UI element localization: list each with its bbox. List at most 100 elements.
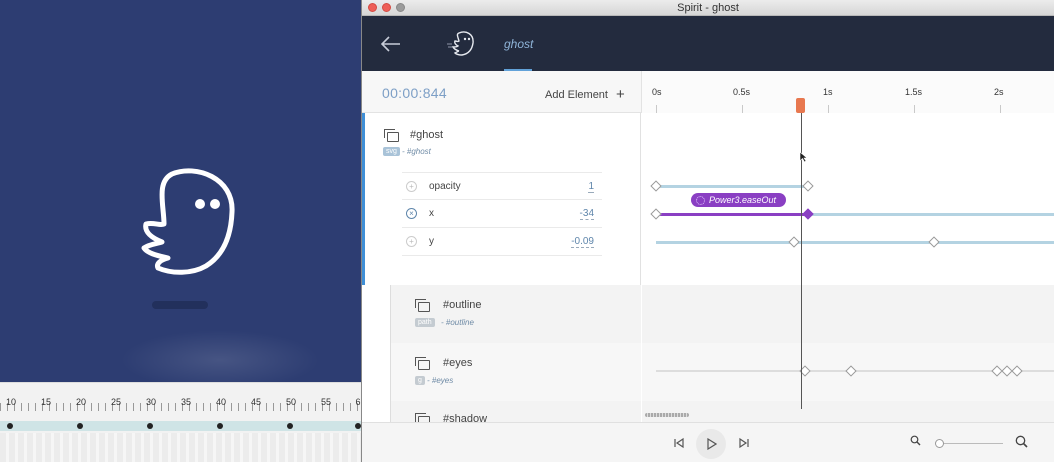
element-selector: - #eyes <box>427 376 454 385</box>
playhead-handle[interactable] <box>796 98 805 113</box>
track-shadow <box>642 401 1054 422</box>
ease-label[interactable]: Power3.easeOut <box>691 193 787 207</box>
window-title: Spirit - ghost <box>677 2 739 14</box>
ghost-illustration <box>141 168 235 275</box>
property-name: opacity <box>429 181 461 192</box>
background-ruler-label: 40 <box>215 397 227 407</box>
skip-next-icon[interactable] <box>738 437 750 449</box>
background-ruler-label: 30 <box>145 397 157 407</box>
background-ruler-label: 50 <box>285 397 297 407</box>
zoom-slider-track[interactable] <box>939 443 1003 444</box>
property-row-opacity[interactable]: + opacity 1 <box>402 172 602 200</box>
element-selector: - #outline <box>441 318 474 327</box>
x-tween-line[interactable] <box>656 213 808 216</box>
background-track <box>0 421 362 431</box>
background-ruler-label: 15 <box>40 397 52 407</box>
property-value[interactable]: -0.09 <box>571 236 594 248</box>
tab-ghost-label[interactable]: ghost <box>504 37 533 51</box>
track-outline <box>642 285 1054 343</box>
background-keyframe <box>7 423 13 429</box>
background-ruler-label: 55 <box>320 397 332 407</box>
horizontal-scrollbar[interactable] <box>645 413 689 417</box>
add-keyframe-icon[interactable]: + <box>406 236 417 247</box>
ruler-tick <box>1000 105 1001 113</box>
mouse-cursor-icon <box>799 151 808 163</box>
ruler-label: 0s <box>652 87 662 97</box>
ruler-label: 0.5s <box>733 87 751 97</box>
element-type-badge: path <box>415 318 435 327</box>
selection-indicator <box>362 113 365 285</box>
zoom-in-icon[interactable] <box>1015 435 1028 448</box>
property-value[interactable]: 1 <box>588 181 594 193</box>
ruler-tick <box>742 105 743 113</box>
ruler-label: 1s <box>823 87 833 97</box>
keyframe[interactable] <box>928 236 940 248</box>
current-time: 00:00:844 <box>382 85 447 101</box>
element-row-eyes[interactable]: #eyes g - #eyes <box>390 343 641 401</box>
ruler-label: 2s <box>994 87 1004 97</box>
arrow-left-icon[interactable] <box>380 34 402 54</box>
property-value[interactable]: -34 <box>579 208 594 220</box>
property-name: x <box>429 208 434 219</box>
background-ruler-label: 35 <box>180 397 192 407</box>
time-ruler[interactable]: 0s 0.5s 1s 1.5s 2s <box>641 71 1054 113</box>
add-keyframe-icon[interactable]: + <box>406 181 417 192</box>
background-ruler-label: 45 <box>250 397 262 407</box>
title-bar: Spirit - ghost <box>362 0 1054 16</box>
app-header: ghost <box>362 16 1054 71</box>
playback-footer <box>362 422 1054 462</box>
element-type-badge: svg <box>383 147 400 156</box>
keyframe[interactable] <box>788 236 800 248</box>
element-row-outline[interactable]: #outline path - #outline <box>390 285 641 343</box>
add-element-label: Add Element <box>545 89 608 101</box>
background-keyframe <box>77 423 83 429</box>
opacity-tween-line[interactable] <box>656 185 808 188</box>
property-row-x[interactable]: × x -34 <box>402 200 602 228</box>
element-panel: #ghost svg - #ghost + opacity 1 × x -34 … <box>362 113 641 426</box>
element-row-shadow[interactable]: #shadow <box>390 401 641 426</box>
stage-glow <box>120 330 320 382</box>
background-stripes <box>0 433 362 462</box>
play-button[interactable] <box>696 429 726 459</box>
background-ruler-label: 10 <box>5 397 17 407</box>
ghost-shadow <box>152 301 208 309</box>
screen: 10 15 20 25 30 35 40 45 50 55 6 Spirit -… <box>0 0 1054 462</box>
background-keyframe <box>287 423 293 429</box>
background-keyframe <box>217 423 223 429</box>
zoom-out-icon[interactable] <box>910 435 921 446</box>
y-track-line <box>656 241 1054 244</box>
timeline-toolbar: 00:00:844 Add Element + 0s 0.5s 1s 1.5s 2… <box>362 71 1054 113</box>
keyframe[interactable] <box>650 180 662 192</box>
layer-icon <box>415 357 430 370</box>
plus-icon: + <box>615 86 625 103</box>
ruler-tick <box>828 105 829 113</box>
element-type-badge: g <box>415 376 425 385</box>
ruler-tick <box>656 105 657 113</box>
element-title-eyes: #eyes <box>443 357 473 369</box>
ruler-label: 1.5s <box>905 87 923 97</box>
background-ruler-label: 6 <box>355 397 361 407</box>
element-title-outline: #outline <box>443 299 482 311</box>
add-element-button[interactable]: Add Element + <box>545 86 625 103</box>
zoom-slider-handle[interactable] <box>935 439 944 448</box>
background-timeline: 10 15 20 25 30 35 40 45 50 55 6 <box>0 382 362 462</box>
timeline-tracks[interactable] <box>642 113 1054 422</box>
property-name: y <box>429 236 434 247</box>
preview-stage <box>0 0 362 382</box>
keyframe[interactable] <box>802 180 814 192</box>
background-keyframe <box>147 423 153 429</box>
keyframe-selected[interactable] <box>802 208 814 220</box>
layer-icon <box>415 299 430 312</box>
remove-keyframe-icon[interactable]: × <box>406 208 417 219</box>
spirit-window: Spirit - ghost ghost 00:00:844 Add Eleme… <box>361 0 1054 462</box>
element-title-ghost[interactable]: #ghost <box>410 129 443 141</box>
ruler-tick <box>914 105 915 113</box>
ghost-icon[interactable] <box>446 30 476 58</box>
layer-icon <box>384 129 399 142</box>
skip-previous-icon[interactable] <box>673 437 685 449</box>
play-icon <box>707 438 717 450</box>
keyframe[interactable] <box>650 208 662 220</box>
background-ruler-label: 20 <box>75 397 87 407</box>
property-row-y[interactable]: + y -0.09 <box>402 228 602 256</box>
background-ruler-label: 25 <box>110 397 122 407</box>
